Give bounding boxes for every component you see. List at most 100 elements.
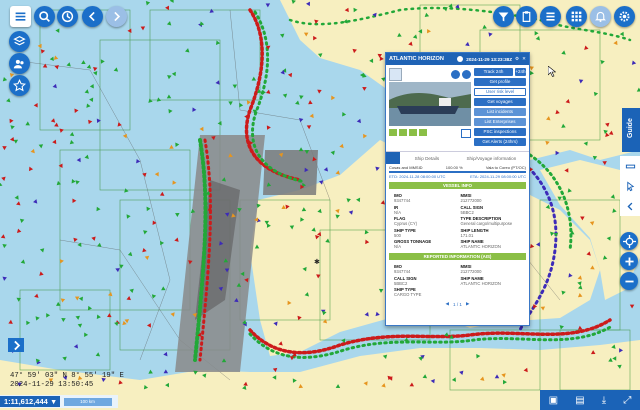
info-field: IR N/A xyxy=(394,205,455,215)
zoom-select[interactable]: 1:11,612,444 ▾ xyxy=(0,396,60,407)
incidents-button[interactable]: List incidents xyxy=(474,108,526,116)
settings-button[interactable] xyxy=(614,6,635,27)
info-field: CALL SIGN 5BBC2 xyxy=(461,205,522,215)
notifications-button[interactable] xyxy=(590,6,611,27)
info-field: FLAG Cyprus (CY) xyxy=(394,216,455,226)
psc-button[interactable]: PSC inspections xyxy=(474,128,526,136)
layers-button[interactable] xyxy=(9,31,30,52)
panel-tabs: Ship Details Ship/Voyage information xyxy=(386,151,529,164)
panel-actions: Track 24h +24h Get profile User risk lev… xyxy=(474,68,526,148)
list-icon xyxy=(546,12,555,21)
group-icon xyxy=(13,59,24,69)
info-field-value: 171.01 xyxy=(460,232,474,238)
info-field: SHIP TYPE 500 xyxy=(394,228,455,238)
info-field-value: 212772000 xyxy=(460,269,482,274)
apps-button[interactable] xyxy=(566,6,587,27)
info-field-value: 500 xyxy=(394,232,401,238)
map-canvas[interactable]: ✱ xyxy=(0,0,640,410)
info-field-value: 5BBC2 xyxy=(460,209,474,215)
info-field-value: 9347744 xyxy=(394,269,411,274)
info-field-value: General cargo/multipurpose xyxy=(460,221,513,226)
forward-button[interactable] xyxy=(106,6,127,27)
pager-prev-icon[interactable]: ◀ xyxy=(445,301,449,307)
download-icon[interactable]: ⤓ xyxy=(602,395,606,406)
vessel-logo-icon xyxy=(386,152,400,164)
info-icon[interactable] xyxy=(457,56,464,62)
scale-bar: 100 km xyxy=(63,397,112,406)
coords-text: 47° 59' 03" N 8° 55' 19" E xyxy=(10,372,124,380)
info-field-value: ATLANTIC HORIZON xyxy=(460,244,501,249)
favorite-star-icon[interactable] xyxy=(461,129,471,138)
bottom-right-toolbar: ▣ ▤ ⤓ ⤢ xyxy=(540,390,640,410)
ruler-tool[interactable] xyxy=(620,156,640,176)
vessel-title: ATLANTIC HORIZON xyxy=(389,56,444,62)
eta-text: ETA: 2024-11-29 08:00:00 UTC xyxy=(470,174,526,179)
scale-area: 1:11,612,444 ▾ 100 km xyxy=(0,395,118,408)
note-icon[interactable] xyxy=(419,129,427,136)
route-icon[interactable] xyxy=(389,129,397,136)
list-button[interactable] xyxy=(540,6,561,27)
cursor-icon xyxy=(626,180,634,191)
tab-voyage-info[interactable]: Ship/Voyage information xyxy=(454,156,529,161)
guide-tab[interactable]: Guide xyxy=(622,108,640,152)
clipboard-button[interactable] xyxy=(516,6,537,27)
menu-button[interactable] xyxy=(10,6,31,27)
origin-label: Cosas and MMSID xyxy=(389,165,423,170)
folder-icon[interactable]: ▤ xyxy=(575,395,584,406)
zoom-in-button[interactable] xyxy=(620,252,638,270)
expand-photo-icon[interactable] xyxy=(462,69,471,79)
chevron-down-icon: ▾ xyxy=(51,397,56,406)
history-button[interactable] xyxy=(57,6,78,27)
info-field: TYPE DESCRIPTION General cargo/multipurpo… xyxy=(461,216,522,226)
expand-icon[interactable]: ⤢ xyxy=(623,395,631,406)
info-field-value: ATLANTIC HORIZON xyxy=(460,280,501,286)
group-button[interactable] xyxy=(9,53,30,74)
collapse-tool[interactable] xyxy=(620,196,640,216)
vessel-photo-area xyxy=(389,67,471,148)
voyages-button[interactable]: Get voyages xyxy=(474,98,526,106)
pager-text: 1 / 1 xyxy=(453,301,462,307)
panel-timestamp: 2024-11-29 13:23:38Z xyxy=(466,56,513,62)
enterprises-button[interactable]: List Enterprises xyxy=(474,118,526,126)
back-button[interactable] xyxy=(82,6,103,27)
favorites-button[interactable] xyxy=(9,75,30,96)
image-icon[interactable]: ▣ xyxy=(549,395,558,406)
camera-icon[interactable] xyxy=(409,129,417,136)
share-icon[interactable] xyxy=(399,129,407,136)
info-field-value: 212772000 xyxy=(460,198,482,203)
panel-top: Track 24h +24h Get profile User risk lev… xyxy=(386,65,529,151)
info-field: MMSI 212772000 xyxy=(461,264,522,274)
panel-settings-icon[interactable]: ⚙ xyxy=(515,56,519,62)
voyage-progress: Cosas and MMSID 100.00 % Vala to Coreo (… xyxy=(386,164,529,180)
pager-next-icon[interactable]: ▶ xyxy=(466,301,470,307)
guide-label: Guide xyxy=(627,118,634,138)
ruler-icon xyxy=(625,164,635,168)
search-button[interactable] xyxy=(34,6,55,27)
info-field-value: N/A xyxy=(394,209,401,215)
pin-icon[interactable] xyxy=(451,69,460,79)
info-field: GROSS TONNAGE N/A xyxy=(394,239,455,249)
vessel-info-panel: ATLANTIC HORIZON 2024-11-29 13:23:38Z ⚙ … xyxy=(385,52,530,326)
bell-icon xyxy=(595,11,606,22)
track-button[interactable]: Track 24h xyxy=(474,68,513,76)
plus24-button[interactable]: +24h xyxy=(515,68,526,76)
pointer-tool[interactable] xyxy=(620,176,640,196)
info-field: MMSI 212772000 xyxy=(461,193,522,203)
right-tool-stack xyxy=(620,156,640,216)
alerts-button[interactable]: Get Alerts (24hrs) xyxy=(474,138,526,146)
zoom-out-button[interactable] xyxy=(620,272,638,290)
back-icon xyxy=(88,11,95,22)
apps-icon xyxy=(571,11,582,22)
progress-label: 100.00 % xyxy=(445,165,463,170)
cursor-coordinates: 47° 59' 03" N 8° 55' 19" E 2024-11-29 13… xyxy=(10,372,124,390)
info-field: SHIP LENGTH 171.01 xyxy=(461,228,522,238)
locate-button[interactable] xyxy=(620,232,638,250)
user-risk-select[interactable]: User risk level xyxy=(474,88,526,96)
gear-icon xyxy=(619,11,630,22)
flag-icon xyxy=(389,67,402,81)
close-icon[interactable]: ✕ xyxy=(522,56,526,62)
tab-ship-details[interactable]: Ship Details xyxy=(400,156,454,161)
profile-button[interactable]: Get profile xyxy=(474,78,526,86)
expand-left-button[interactable] xyxy=(8,338,24,352)
filter-button[interactable] xyxy=(493,6,514,27)
